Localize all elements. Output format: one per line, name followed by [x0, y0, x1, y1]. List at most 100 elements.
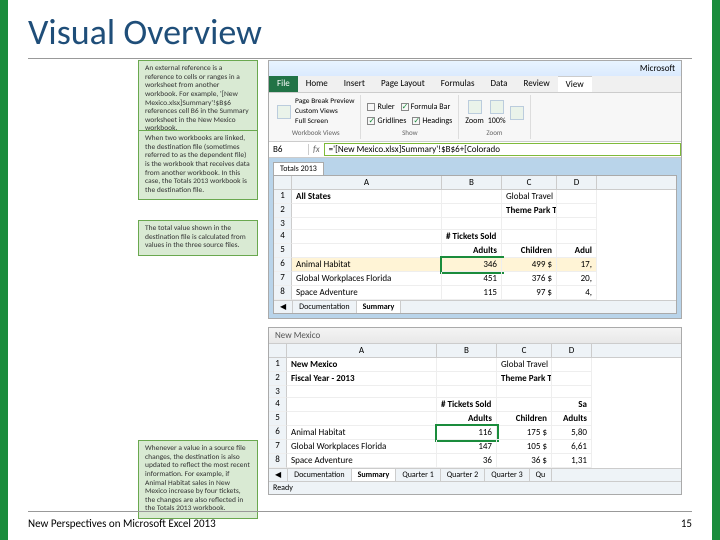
cell[interactable] [287, 386, 437, 398]
workbook-tab-totals[interactable]: Totals 2013 [273, 162, 324, 175]
tab-view[interactable]: View [558, 76, 592, 92]
col-header-a[interactable]: A [287, 344, 437, 357]
row-header[interactable]: 6 [269, 426, 287, 440]
cell[interactable] [502, 218, 557, 230]
cell[interactable]: 115 [442, 286, 502, 300]
cell[interactable]: Global Workplaces Florida [292, 272, 442, 286]
cell[interactable]: Children [497, 412, 552, 426]
cell[interactable]: 20, [557, 272, 597, 286]
row-header[interactable]: 3 [269, 386, 287, 398]
cell[interactable]: 376 $ [502, 272, 557, 286]
col-header-b[interactable]: B [442, 176, 502, 189]
sheet-tab-q4[interactable]: Qu [530, 469, 553, 481]
row-header[interactable]: 1 [274, 190, 292, 204]
cell[interactable]: Theme Park Ticket Sales- [497, 372, 552, 386]
col-header-d[interactable]: D [557, 176, 597, 189]
normal-view-icon[interactable] [277, 105, 291, 119]
cell[interactable] [497, 398, 552, 412]
cell[interactable]: Adul [557, 244, 597, 258]
row-header[interactable]: 5 [274, 244, 292, 258]
page-break-preview-button[interactable]: Page Break Preview [295, 97, 354, 106]
sheet-tab-q2[interactable]: Quarter 2 [441, 469, 485, 481]
cell[interactable]: 97 $ [502, 286, 557, 300]
cell[interactable]: Space Adventure [292, 286, 442, 300]
cell[interactable]: Animal Habitat [292, 258, 442, 272]
cell[interactable]: 17, [557, 258, 597, 272]
row-header[interactable]: 3 [274, 218, 292, 230]
headings-checkbox[interactable] [412, 117, 420, 125]
cell[interactable] [552, 358, 592, 372]
cell[interactable] [557, 218, 597, 230]
gridlines-checkbox[interactable] [367, 117, 375, 125]
full-screen-button[interactable]: Full Screen [295, 117, 354, 126]
row-header[interactable]: 8 [274, 286, 292, 300]
zoom-icon[interactable] [468, 100, 482, 114]
zoom-selection-icon[interactable] [510, 106, 524, 120]
cell[interactable] [292, 218, 442, 230]
cell[interactable] [557, 190, 597, 204]
sheet-tab-q1[interactable]: Quarter 1 [396, 469, 440, 481]
row-header[interactable]: 1 [269, 358, 287, 372]
tab-data[interactable]: Data [482, 76, 515, 92]
cell[interactable]: Global Travel [497, 358, 552, 372]
cell[interactable] [292, 244, 442, 258]
cell[interactable]: Global Workplaces Florida [287, 440, 437, 454]
cell[interactable]: Global Travel [502, 190, 557, 204]
cell[interactable] [437, 372, 497, 386]
row-header[interactable]: 4 [269, 398, 287, 412]
cell[interactable] [442, 204, 502, 218]
cell[interactable] [552, 372, 592, 386]
fx-icon[interactable]: fx [309, 144, 324, 155]
cell[interactable]: Space Adventure [287, 454, 437, 468]
row-header[interactable]: 5 [269, 412, 287, 426]
cell[interactable] [292, 230, 442, 244]
cell[interactable]: Adults [552, 412, 592, 426]
name-box[interactable]: B6 [269, 144, 309, 155]
cell[interactable]: 105 $ [497, 440, 552, 454]
row-header[interactable]: 8 [269, 454, 287, 468]
row-header[interactable]: 6 [274, 258, 292, 272]
sheet-tab-summary[interactable]: Summary [352, 469, 397, 481]
tab-page-layout[interactable]: Page Layout [373, 76, 433, 92]
cell[interactable]: 6,61 [552, 440, 592, 454]
col-header-d[interactable]: D [552, 344, 592, 357]
col-header-c[interactable]: C [502, 176, 557, 189]
cell-linked[interactable]: 116 [437, 426, 497, 440]
formula-bar[interactable]: ='[New Mexico.xlsx]Summary'!$B$6+[Colora… [324, 143, 681, 156]
row-header[interactable]: 2 [269, 372, 287, 386]
sheet-tab-nav[interactable]: ◀ [274, 301, 293, 313]
tab-file[interactable]: File [269, 76, 298, 92]
cell[interactable] [442, 218, 502, 230]
cell[interactable]: All States [292, 190, 442, 204]
cell-selected[interactable]: 346 [442, 258, 502, 272]
custom-views-button[interactable]: Custom Views [295, 107, 354, 116]
select-all[interactable] [269, 344, 287, 357]
col-header-b[interactable]: B [437, 344, 497, 357]
cell[interactable] [437, 386, 497, 398]
cell[interactable]: 147 [437, 440, 497, 454]
cell[interactable]: Fiscal Year - 2013 [287, 372, 437, 386]
sheet-tab-summary[interactable]: Summary [357, 301, 402, 313]
select-all[interactable] [274, 176, 292, 189]
cell[interactable]: 5,80 [552, 426, 592, 440]
col-header-c[interactable]: C [497, 344, 552, 357]
tab-review[interactable]: Review [515, 76, 557, 92]
cell[interactable]: 451 [442, 272, 502, 286]
tab-insert[interactable]: Insert [336, 76, 373, 92]
sheet-tab-documentation[interactable]: Documentation [293, 301, 356, 313]
row-header[interactable]: 7 [269, 440, 287, 454]
sheet-tab-nav[interactable]: ◀ [269, 469, 288, 481]
cell[interactable] [442, 190, 502, 204]
cell[interactable] [287, 412, 437, 426]
tab-home[interactable]: Home [298, 76, 336, 92]
cell[interactable] [552, 386, 592, 398]
col-header-a[interactable]: A [292, 176, 442, 189]
cell[interactable]: Animal Habitat [287, 426, 437, 440]
cell[interactable]: New Mexico [287, 358, 437, 372]
cell[interactable]: 175 $ [497, 426, 552, 440]
cell[interactable]: # Tickets Sold [437, 398, 497, 412]
cell[interactable]: Theme Park Ticket Sale [502, 204, 557, 218]
cell[interactable] [557, 230, 597, 244]
formula-bar-checkbox[interactable] [401, 103, 409, 111]
cell[interactable]: 1,31 [552, 454, 592, 468]
